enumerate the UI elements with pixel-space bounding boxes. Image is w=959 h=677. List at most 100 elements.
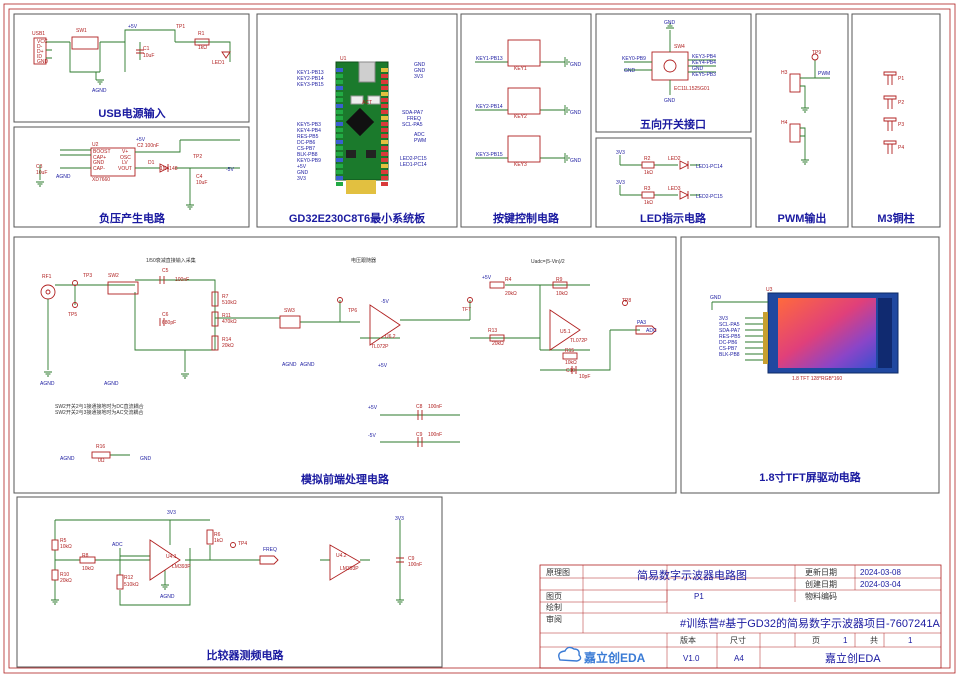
tft-label-8: BLK-PB8 xyxy=(719,352,740,358)
mcu-pin xyxy=(381,170,388,174)
tft-label-9: 1.8 TFT 128*RGB*160 xyxy=(792,376,842,382)
afe-label-5: 100nF xyxy=(175,277,189,283)
mcu-pin xyxy=(381,176,388,180)
mcu-pin xyxy=(336,152,343,156)
afe-label-10: 510kΩ xyxy=(222,300,237,306)
afe-label-19: U6.2 xyxy=(385,334,396,340)
panel-title-comparator: 比较器测频电路 xyxy=(207,648,285,662)
afe-circuit xyxy=(40,276,657,459)
afe-label-26: 20kΩ xyxy=(505,291,517,297)
afe-label-29: TP8 xyxy=(622,298,631,304)
cmp-label-7: ADC xyxy=(112,542,123,548)
neg-label-12: D1 xyxy=(148,160,155,166)
tft-label-0: GND xyxy=(710,295,722,301)
afe-label-34: PA3 xyxy=(637,320,646,326)
afe-label-36: R15 xyxy=(565,348,574,354)
usb-label-0: USB1 xyxy=(32,31,45,37)
mcu-pin xyxy=(381,122,388,126)
tb-create-label: 创建日期 xyxy=(805,579,837,589)
tb-update-label: 更新日期 xyxy=(805,567,837,577)
mcu-pin xyxy=(336,164,343,168)
mcu_misc-label-0: U1 xyxy=(340,56,347,62)
mcu-pin xyxy=(336,140,343,144)
afe-label-20: +5V xyxy=(378,363,388,369)
mcu_left-label-12: 3V3 xyxy=(297,176,306,182)
usb-label-5: 1kΩ xyxy=(198,45,207,51)
usb-label-2: +5V xyxy=(128,24,138,30)
led-label-0: 3V3 xyxy=(616,150,625,156)
pwm-label-3: H4 xyxy=(781,120,788,126)
tb-company: 嘉立创EDA xyxy=(825,651,881,665)
keys-label-2: KEY2-PB14 xyxy=(476,104,503,110)
mcu-pin xyxy=(336,86,343,90)
afe-label-40: AGND xyxy=(40,381,55,387)
tb-drawing-name: 简易数字示波器电路图 xyxy=(637,568,747,582)
tft-screen xyxy=(778,298,876,368)
mcu-pin xyxy=(381,158,388,162)
mcu_left-label-2: KEY3-PB15 xyxy=(297,82,324,88)
afe-label-46: +5V xyxy=(368,405,378,411)
neg-label-19: AGND xyxy=(56,174,71,180)
mcu-pin xyxy=(336,182,343,186)
keys-label-5: KEY3 xyxy=(514,162,527,168)
afe-label-47: C8 xyxy=(416,404,423,410)
tb-material-label: 物料编码 xyxy=(805,591,837,601)
mcu_right-label-9: LED1-PC14 xyxy=(400,162,427,168)
mcu_right-label-2: 3V3 xyxy=(414,74,423,80)
mcu-pin xyxy=(336,116,343,120)
afe-label-18: -5V xyxy=(381,299,389,305)
five-label-2: KEY0-PB9 xyxy=(622,56,646,62)
afe-label-31: 20kΩ xyxy=(492,341,504,347)
tb-page-label: 图页 xyxy=(546,592,562,601)
usb-label-8: LED1 xyxy=(212,60,225,66)
neg-label-16: 10uF xyxy=(36,170,47,176)
afe-label-32: U5.1 xyxy=(560,329,571,335)
usb-label-14: GND xyxy=(37,59,49,65)
tb-page-of-label: 页 xyxy=(812,636,820,645)
pwm-labels: TP9 H3 PWM H4 xyxy=(781,50,830,126)
panel-title-m3: M3铜柱 xyxy=(877,211,914,225)
mcu_right-label-5: SCL-PA5 xyxy=(402,122,423,128)
mcu-pin xyxy=(336,80,343,84)
afe-label-53: 0Ω xyxy=(98,458,105,464)
panel-five-way xyxy=(595,13,752,133)
cmp-label-8: R12 xyxy=(124,575,133,581)
tft-label-1: U3 xyxy=(766,287,773,293)
keys-label-4: KEY3-PB15 xyxy=(476,152,503,158)
tb-total-num: 1 xyxy=(908,636,913,645)
afe-label-25: R4 xyxy=(505,277,512,283)
afe-label-2: TP5 xyxy=(68,312,77,318)
led-labels: 3V3 R2 1kΩ LED2 LED1-PC14 3V3 R3 1kΩ LED3 LED2-PC… xyxy=(616,150,723,206)
keys-label-3: KEY2 xyxy=(514,114,527,120)
afe-label-44: SW2开关2与1接通接地时为DC直流耦合 xyxy=(55,403,144,410)
afe-label-12: 470kΩ xyxy=(222,319,237,325)
mcu-pin xyxy=(381,86,388,90)
tb-create-date: 2024-03-04 xyxy=(860,580,901,589)
mcu-pin xyxy=(381,116,388,120)
neg-label-2: +5V xyxy=(136,137,146,143)
neg-label-1: C2 100nF xyxy=(137,143,159,149)
cmp-label-11: LM393P xyxy=(172,564,191,570)
led-label-4: LED1-PC14 xyxy=(696,164,723,170)
mcu-pin xyxy=(381,146,388,150)
panel-negative xyxy=(13,126,250,228)
keys-label-6: GND xyxy=(570,62,582,68)
cmp-label-4: 20kΩ xyxy=(60,578,72,584)
cmp-label-9: 510kΩ xyxy=(124,582,139,588)
mcu-pin xyxy=(381,68,388,72)
m3-labels: P1 P2 P3 P4 xyxy=(898,76,904,151)
afe-label-8: 1/50衰减直接输入采集 xyxy=(146,257,196,264)
afe-label-3: SW2 xyxy=(108,273,119,279)
neg-label-10: VOUT xyxy=(118,166,132,172)
tb-version-label: 版本 xyxy=(680,635,696,645)
afe-label-14: 20kΩ xyxy=(222,343,234,349)
afe-label-49: -5V xyxy=(368,433,376,439)
afe-label-48: 100nF xyxy=(428,404,442,410)
panel-title-negative: 负压产生电路 xyxy=(99,211,166,225)
five-label-8: GND xyxy=(664,98,676,104)
mcu-pin xyxy=(381,98,388,102)
afe-label-4: C5 xyxy=(162,268,169,274)
cmp-label-6: 10kΩ xyxy=(82,566,94,572)
usb-label-4: R1 xyxy=(198,31,205,37)
pwm-label-0: TP9 xyxy=(812,50,821,56)
